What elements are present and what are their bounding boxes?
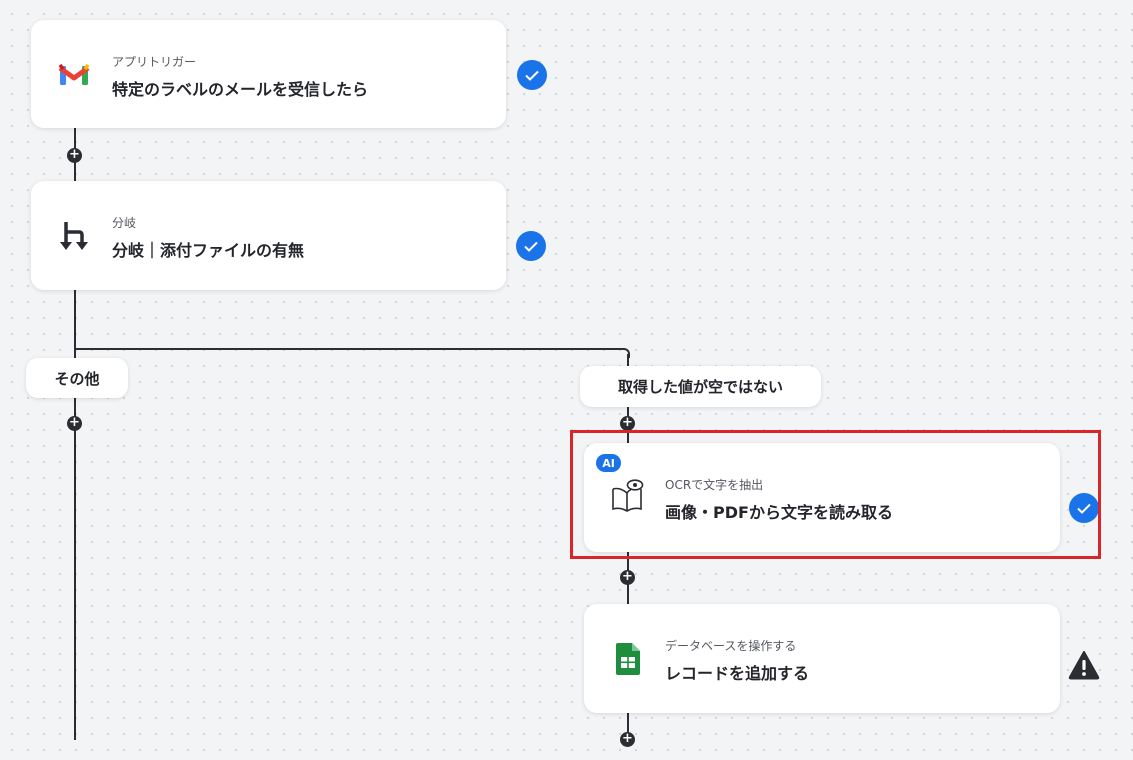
branch-label-else[interactable]: その他 bbox=[26, 358, 128, 398]
step-category: アプリトリガー bbox=[112, 55, 197, 69]
flow-line-branch-horizontal bbox=[74, 348, 622, 350]
gmail-icon bbox=[57, 58, 91, 92]
branch-label-condition[interactable]: 取得した値が空ではない bbox=[580, 366, 821, 407]
check-icon bbox=[517, 60, 547, 90]
add-step-button[interactable]: + bbox=[67, 416, 82, 431]
step-title: 分岐｜添付ファイルの有無 bbox=[112, 241, 305, 260]
step-category: 分岐 bbox=[112, 216, 137, 230]
flow-step-card-trigger[interactable]: アプリトリガー 特定のラベルのメールを受信したら bbox=[31, 20, 506, 128]
selection-highlight-box bbox=[570, 430, 1101, 559]
add-step-button[interactable]: + bbox=[620, 416, 635, 431]
warning-icon bbox=[1068, 650, 1100, 680]
step-title: レコードを追加する bbox=[665, 664, 810, 683]
add-step-button[interactable]: + bbox=[620, 570, 635, 585]
flow-step-card-database[interactable]: データベースを操作する レコードを追加する bbox=[584, 604, 1060, 713]
check-icon bbox=[516, 231, 546, 261]
add-step-button[interactable]: + bbox=[67, 148, 82, 163]
step-title: 特定のラベルのメールを受信したら bbox=[112, 80, 369, 99]
branch-icon bbox=[57, 219, 91, 253]
step-category: データベースを操作する bbox=[665, 639, 797, 653]
flow-step-card-branch[interactable]: 分岐 分岐｜添付ファイルの有無 bbox=[31, 181, 506, 290]
google-sheets-icon bbox=[610, 642, 644, 676]
add-step-button[interactable]: + bbox=[620, 732, 635, 747]
